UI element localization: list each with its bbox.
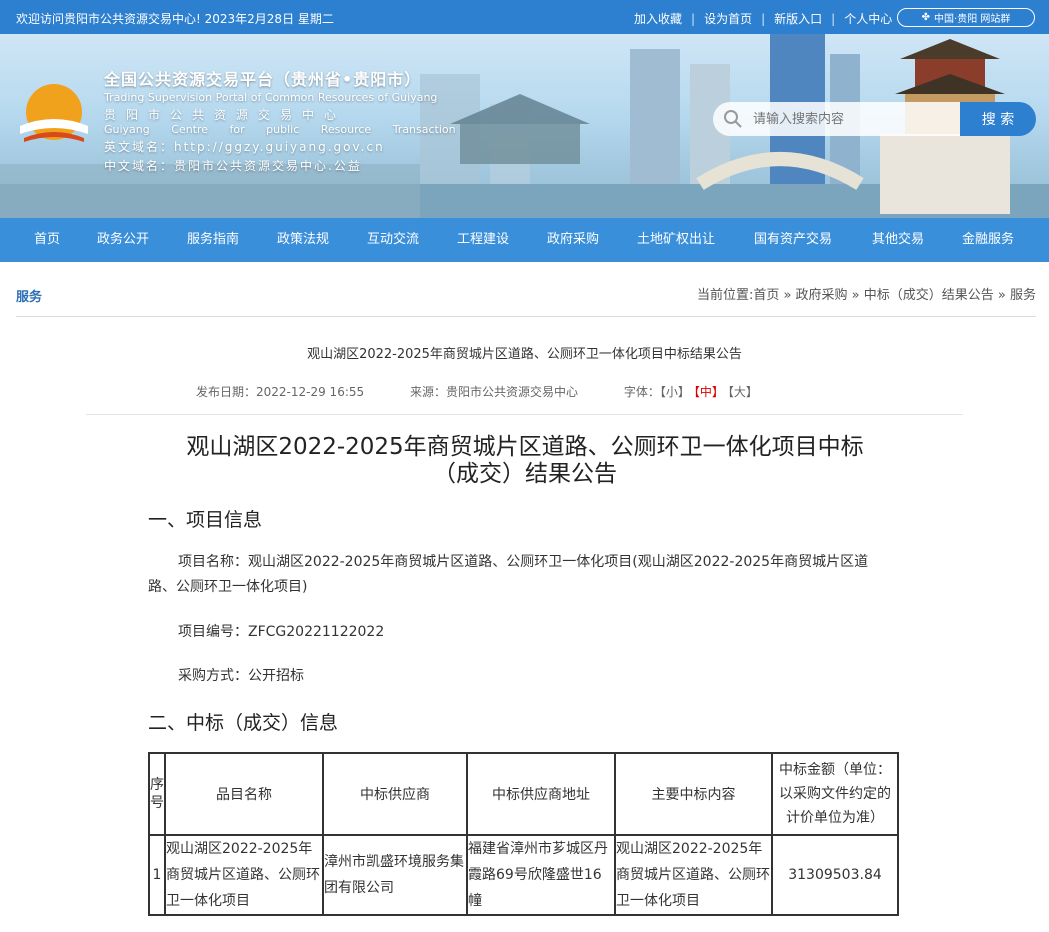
english-domain: 英文域名：http://ggzy.guiyang.gov.cn — [104, 140, 385, 154]
cell-supplier: 漳州市凯盛环境服务集团有限公司 — [322, 834, 468, 916]
new-version-link[interactable]: 新版入口 — [774, 10, 822, 27]
procurement-method: 采购方式：公开招标 — [178, 668, 304, 684]
top-links: 加入收藏 | 设为首页 | 新版入口 | 个人中心 — [634, 10, 893, 27]
brand-text: 全国公共资源交易平台（贵州省•贵阳市） Trading Supervision … — [104, 66, 456, 174]
nav-policy[interactable]: 政策法规 — [277, 218, 329, 262]
center-name-en: Guiyang Centre for public Resource Trans… — [104, 123, 456, 136]
header-item-name: 品目名称 — [164, 752, 324, 836]
chinese-domain: 中文域名：贵阳市公共资源交易中心.公益 — [104, 159, 362, 173]
add-favorite-link[interactable]: 加入收藏 — [634, 10, 682, 27]
welcome-text: 欢迎访问贵阳市公共资源交易中心! 2023年2月28日 星期二 — [16, 12, 334, 26]
nav-other-trade[interactable]: 其他交易 — [872, 218, 924, 262]
breadcrumb-bar: 服务 当前位置:首页 » 政府采购 » 中标（成交）结果公告 » 服务 — [16, 270, 1036, 317]
font-size-label: 字体： — [623, 385, 660, 399]
nav-gov-procurement[interactable]: 政府采购 — [547, 218, 599, 262]
project-name: 项目名称：观山湖区2022-2025年商贸城片区道路、公厕环卫一体化项目(观山湖… — [148, 554, 869, 595]
cell-item-name: 观山湖区2022-2025年商贸城片区道路、公厕环卫一体化项目 — [164, 834, 324, 916]
cell-index: 1 — [148, 834, 166, 916]
header-banner: 全国公共资源交易平台（贵州省•贵阳市） Trading Supervision … — [0, 34, 1049, 218]
header-supplier-address: 中标供应商地址 — [466, 752, 616, 836]
nav-gov-affairs[interactable]: 政务公开 — [97, 218, 149, 262]
nav-finance[interactable]: 金融服务 — [962, 218, 1014, 262]
search-button[interactable]: 搜 索 — [960, 102, 1036, 136]
cell-main-content: 观山湖区2022-2025年商贸城片区道路、公厕环卫一体化项目 — [614, 834, 773, 916]
portal-group-link[interactable]: ✤ 中国·贵阳 网站群 — [897, 8, 1035, 27]
nav-state-assets[interactable]: 国有资产交易 — [754, 218, 832, 262]
center-name: 贵阳市公共资源交易中心 — [104, 108, 347, 122]
article-source: 来源：贵阳市公共资源交易中心 — [409, 385, 578, 399]
heading-line-1: 观山湖区2022-2025年商贸城片区道路、公厕环卫一体化项目中标 — [186, 434, 864, 460]
section-project-info: 一、项目信息 — [148, 509, 263, 531]
project-number: 项目编号：ZFCG20221122022 — [178, 624, 385, 640]
cell-amount: 31309503.84 — [771, 834, 899, 916]
header-index: 序号 — [148, 752, 166, 836]
font-size-controls: 字体：【小】 【中】 【大】 — [624, 385, 758, 399]
font-large-button[interactable]: 【大】 — [728, 385, 758, 399]
breadcrumb[interactable]: 当前位置:首页 » 政府采购 » 中标（成交）结果公告 » 服务 — [697, 284, 1036, 303]
nav-home[interactable]: 首页 — [34, 218, 60, 262]
search-input[interactable] — [751, 110, 955, 128]
font-small-button[interactable]: 【小】 — [660, 385, 690, 399]
portal-label: 中国·贵阳 网站群 — [934, 14, 1011, 25]
search-icon — [724, 110, 742, 128]
nav-land-mining[interactable]: 土地矿权出让 — [637, 218, 715, 262]
article-meta: 发布日期：2022-12-29 16:55 来源：贵阳市公共资源交易中心 字体：… — [196, 383, 758, 400]
font-medium-button[interactable]: 【中】 — [694, 385, 724, 399]
section-title: 服务 — [16, 290, 43, 305]
table-header-row: 序号 品目名称 中标供应商 中标供应商地址 主要中标内容 中标金额（单位：以采购… — [148, 752, 899, 836]
award-table: 序号 品目名称 中标供应商 中标供应商地址 主要中标内容 中标金额（单位：以采购… — [148, 752, 899, 916]
main-nav: 首页 政务公开 服务指南 政策法规 互动交流 工程建设 政府采购 土地矿权出让 … — [0, 218, 1049, 262]
set-homepage-link[interactable]: 设为首页 — [704, 10, 752, 27]
search-bar: 搜 索 — [713, 102, 1036, 136]
nav-interaction[interactable]: 互动交流 — [367, 218, 419, 262]
publish-date: 发布日期：2022-12-29 16:55 — [196, 385, 365, 399]
brand-title: 全国公共资源交易平台（贵州省•贵阳市） — [104, 70, 422, 89]
sun-logo-icon — [20, 84, 88, 142]
section-award-info: 二、中标（成交）信息 — [148, 712, 339, 734]
meta-divider — [86, 414, 963, 415]
city-emblem-icon: ✤ — [921, 12, 931, 23]
announcement-heading: 观山湖区2022-2025年商贸城片区道路、公厕环卫一体化项目中标 （成交）结果… — [140, 434, 910, 488]
header-amount: 中标金额（单位：以采购文件约定的计价单位为准） — [771, 752, 899, 836]
personal-center-link[interactable]: 个人中心 — [844, 10, 892, 27]
cell-supplier-address: 福建省漳州市芗城区丹霞路69号欣隆盛世16幢 — [466, 834, 616, 916]
brand-subtitle-en: Trading Supervision Portal of Common Res… — [104, 91, 438, 104]
header-supplier: 中标供应商 — [322, 752, 468, 836]
search-box — [713, 102, 963, 136]
header-main-content: 主要中标内容 — [614, 752, 773, 836]
article-title: 观山湖区2022-2025年商贸城片区道路、公厕环卫一体化项目中标结果公告 — [307, 347, 742, 362]
nav-service-guide[interactable]: 服务指南 — [187, 218, 239, 262]
nav-construction[interactable]: 工程建设 — [457, 218, 509, 262]
top-bar: 欢迎访问贵阳市公共资源交易中心! 2023年2月28日 星期二 加入收藏 | 设… — [0, 0, 1049, 34]
heading-line-2: （成交）结果公告 — [433, 461, 617, 487]
table-row: 1 观山湖区2022-2025年商贸城片区道路、公厕环卫一体化项目 漳州市凯盛环… — [148, 834, 899, 916]
